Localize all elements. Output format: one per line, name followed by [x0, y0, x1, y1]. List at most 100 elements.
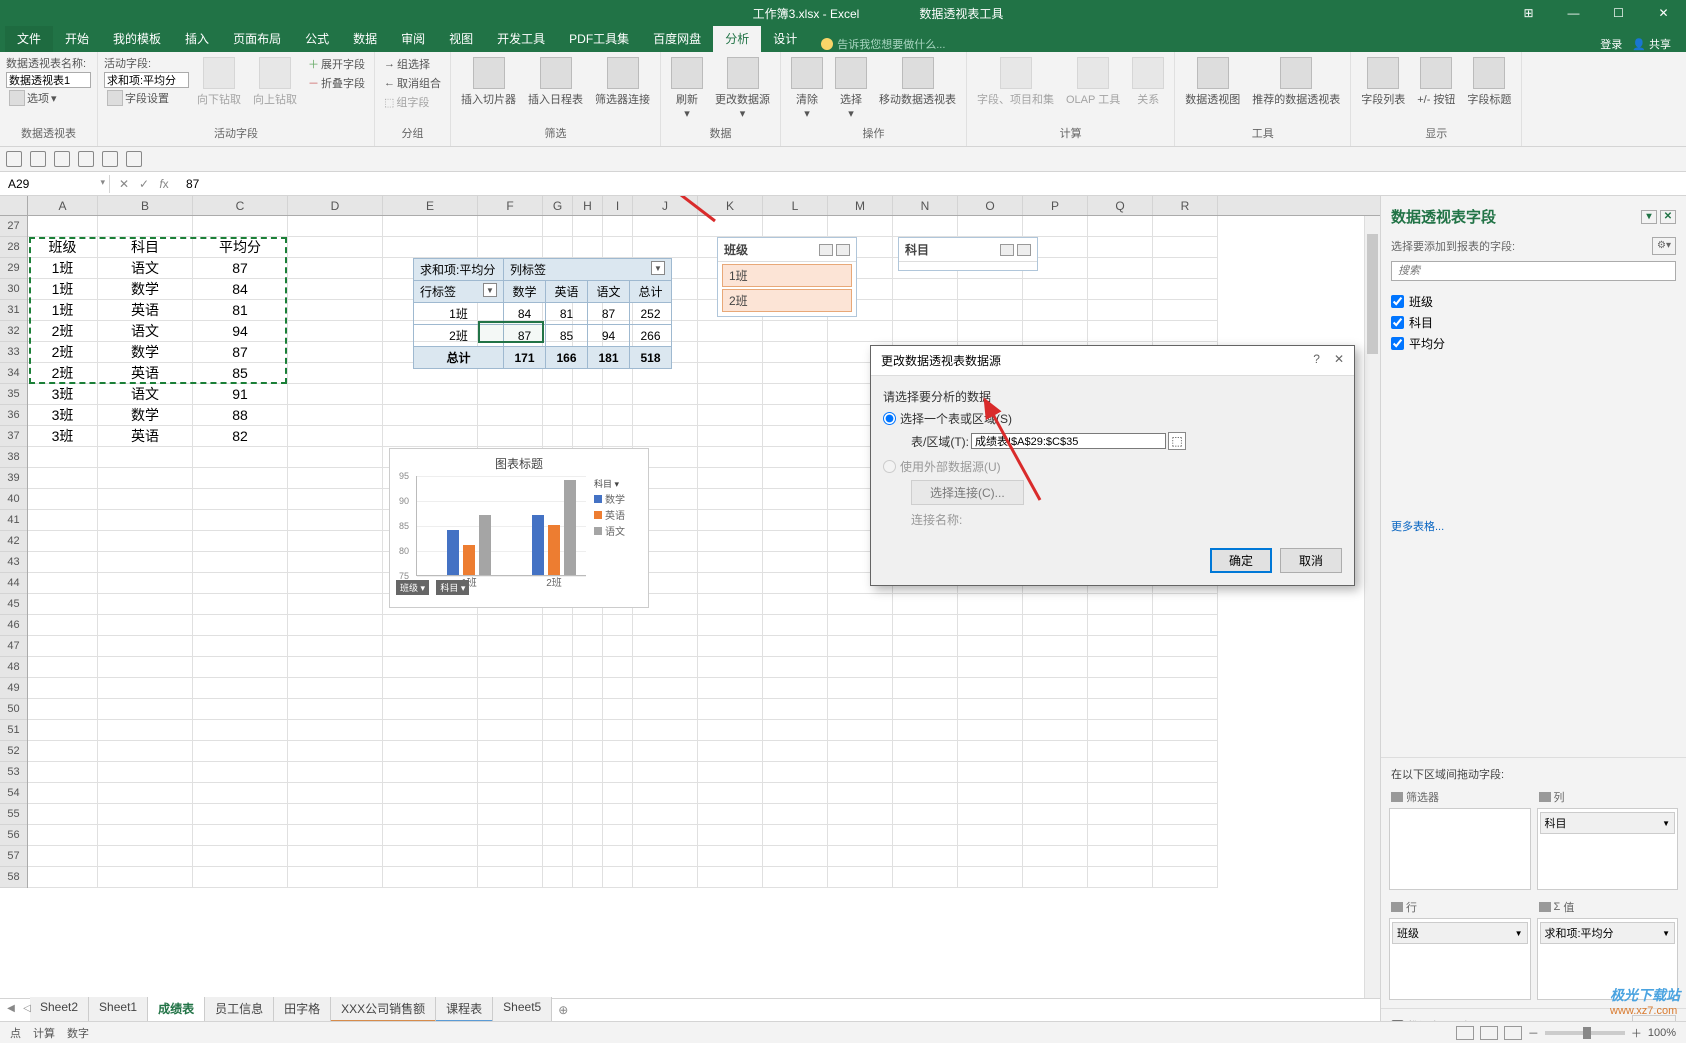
view-pagebreak-icon[interactable] [1504, 1026, 1522, 1040]
cell-B35[interactable]: 语文 [98, 384, 193, 405]
cell-J49[interactable] [633, 678, 698, 699]
cell-B38[interactable] [98, 447, 193, 468]
cell-O52[interactable] [958, 741, 1023, 762]
cell-D56[interactable] [288, 825, 383, 846]
cell-K48[interactable] [698, 657, 763, 678]
cell-N47[interactable] [893, 636, 958, 657]
col-header-A[interactable]: A [28, 196, 98, 215]
field-settings-button[interactable]: 字段设置 [104, 89, 189, 107]
cell-C53[interactable] [193, 762, 288, 783]
row-header-56[interactable]: 56 [0, 825, 27, 846]
cell-N31[interactable] [893, 300, 958, 321]
cell-L42[interactable] [763, 531, 828, 552]
cell-H50[interactable] [573, 699, 603, 720]
cell-K47[interactable] [698, 636, 763, 657]
cell-E53[interactable] [383, 762, 478, 783]
row-header-30[interactable]: 30 [0, 279, 27, 300]
cell-N56[interactable] [893, 825, 958, 846]
active-field-input[interactable] [104, 72, 189, 88]
cell-I37[interactable] [603, 426, 633, 447]
cell-E28[interactable] [383, 237, 478, 258]
maximize-button[interactable]: ☐ [1596, 0, 1641, 26]
cell-I53[interactable] [603, 762, 633, 783]
cell-K51[interactable] [698, 720, 763, 741]
cell-Q45[interactable] [1088, 594, 1153, 615]
cell-L58[interactable] [763, 867, 828, 888]
cell-P55[interactable] [1023, 804, 1088, 825]
cell-H37[interactable] [573, 426, 603, 447]
field-checkbox-科目[interactable]: 科目 [1391, 312, 1676, 333]
cell-B53[interactable] [98, 762, 193, 783]
cell-E36[interactable] [383, 405, 478, 426]
row-header-38[interactable]: 38 [0, 447, 27, 468]
cell-C36[interactable]: 88 [193, 405, 288, 426]
cell-N50[interactable] [893, 699, 958, 720]
cell-C54[interactable] [193, 783, 288, 804]
name-box[interactable]: A29 [0, 175, 110, 193]
cell-L45[interactable] [763, 594, 828, 615]
slicer-item[interactable]: 1班 [722, 264, 852, 287]
tab-baidu[interactable]: 百度网盘 [641, 25, 713, 52]
pivot-chart-button[interactable]: 数据透视图 [1181, 55, 1244, 109]
cell-Q58[interactable] [1088, 867, 1153, 888]
cell-E54[interactable] [383, 783, 478, 804]
cell-A39[interactable] [28, 468, 98, 489]
cell-Q48[interactable] [1088, 657, 1153, 678]
cell-B42[interactable] [98, 531, 193, 552]
cell-B39[interactable] [98, 468, 193, 489]
sheet-tab[interactable]: Sheet2 [30, 997, 89, 1023]
row-header-40[interactable]: 40 [0, 489, 27, 510]
cell-F54[interactable] [478, 783, 543, 804]
qat-btn4-icon[interactable] [78, 151, 94, 167]
filter-zone[interactable] [1389, 808, 1531, 890]
cell-B48[interactable] [98, 657, 193, 678]
cell-D29[interactable] [288, 258, 383, 279]
cell-G46[interactable] [543, 615, 573, 636]
cell-A27[interactable] [28, 216, 98, 237]
cell-L49[interactable] [763, 678, 828, 699]
cell-G36[interactable] [543, 405, 573, 426]
pivot-table[interactable]: 求和项:平均分列标签 ▼行标签 ▼数学英语语文总计1班8481872522班87… [413, 258, 672, 369]
row-header-36[interactable]: 36 [0, 405, 27, 426]
select-range-radio[interactable] [883, 412, 896, 425]
cell-G47[interactable] [543, 636, 573, 657]
cell-L48[interactable] [763, 657, 828, 678]
field-list-close-icon[interactable]: ✕ [1660, 210, 1676, 224]
cell-O49[interactable] [958, 678, 1023, 699]
fx-icon[interactable]: fx [156, 177, 172, 191]
cell-L53[interactable] [763, 762, 828, 783]
slicer-clear-icon[interactable] [1017, 244, 1031, 256]
cell-J57[interactable] [633, 846, 698, 867]
cell-R48[interactable] [1153, 657, 1218, 678]
cell-K41[interactable] [698, 510, 763, 531]
cell-B41[interactable] [98, 510, 193, 531]
cell-C45[interactable] [193, 594, 288, 615]
cell-G54[interactable] [543, 783, 573, 804]
cell-A41[interactable] [28, 510, 98, 531]
cell-N49[interactable] [893, 678, 958, 699]
zone-item-subject[interactable]: 科目▼ [1540, 812, 1676, 834]
cell-R55[interactable] [1153, 804, 1218, 825]
cell-D37[interactable] [288, 426, 383, 447]
cell-D43[interactable] [288, 552, 383, 573]
tab-home[interactable]: 开始 [53, 25, 101, 52]
cell-M58[interactable] [828, 867, 893, 888]
cell-G57[interactable] [543, 846, 573, 867]
cell-F50[interactable] [478, 699, 543, 720]
zone-item-avg[interactable]: 求和项:平均分▼ [1540, 922, 1676, 944]
cell-K39[interactable] [698, 468, 763, 489]
cell-R47[interactable] [1153, 636, 1218, 657]
cell-A49[interactable] [28, 678, 98, 699]
dialog-close-icon[interactable]: ✕ [1334, 352, 1344, 369]
more-tables-link[interactable]: 更多表格... [1381, 514, 1686, 538]
cell-G56[interactable] [543, 825, 573, 846]
cell-O45[interactable] [958, 594, 1023, 615]
cell-L54[interactable] [763, 783, 828, 804]
cell-B27[interactable] [98, 216, 193, 237]
cell-J27[interactable] [633, 216, 698, 237]
cell-E48[interactable] [383, 657, 478, 678]
cell-N27[interactable] [893, 216, 958, 237]
cell-C28[interactable]: 平均分 [193, 237, 288, 258]
cell-R46[interactable] [1153, 615, 1218, 636]
slicer-item[interactable]: 2班 [722, 289, 852, 312]
